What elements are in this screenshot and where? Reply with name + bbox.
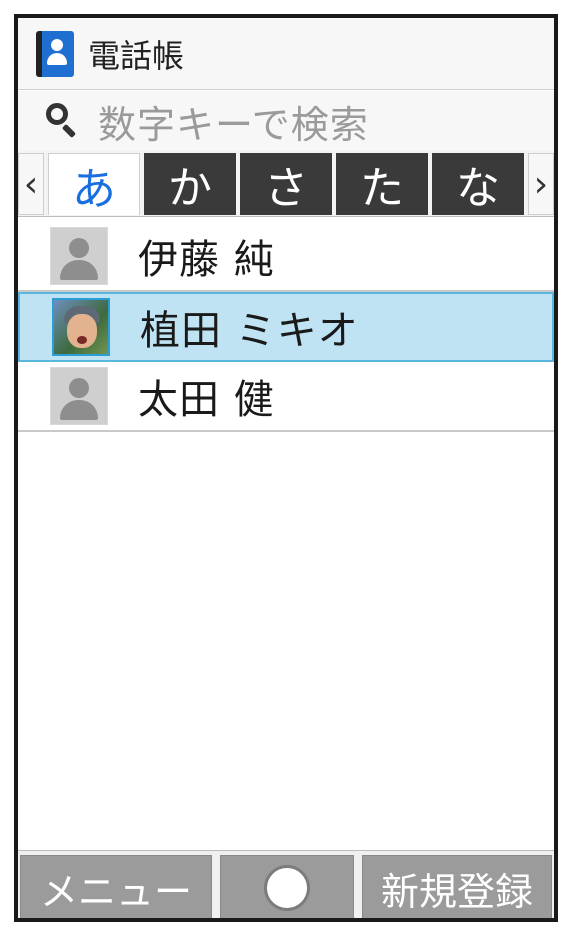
title-bar: 電話帳 bbox=[18, 18, 554, 90]
phone-screen: 電話帳 数字キーで検索 ‹ あ か さ た な › 伊藤 純 植田 ミキオ 太田… bbox=[14, 14, 558, 922]
contact-name: 植田 ミキオ bbox=[140, 308, 359, 354]
app-title: 電話帳 bbox=[88, 36, 185, 75]
softkey-bar: メニュー 新規登録 bbox=[18, 850, 554, 918]
search-field[interactable]: 数字キーで検索 bbox=[18, 91, 554, 151]
new-contact-softkey[interactable]: 新規登録 bbox=[362, 855, 552, 918]
tab-ka[interactable]: か bbox=[144, 153, 236, 215]
default-avatar-icon bbox=[50, 367, 108, 425]
search-placeholder: 数字キーで検索 bbox=[98, 102, 369, 147]
prev-index-arrow[interactable]: ‹ bbox=[18, 153, 44, 215]
next-index-arrow[interactable]: › bbox=[528, 153, 554, 215]
contact-row[interactable]: 太田 健 bbox=[18, 362, 554, 432]
contact-row[interactable]: 伊藤 純 bbox=[18, 222, 554, 292]
center-softkey[interactable] bbox=[220, 855, 354, 918]
default-avatar-icon bbox=[50, 227, 108, 285]
tab-a[interactable]: あ bbox=[48, 153, 140, 215]
photo-avatar bbox=[52, 298, 110, 356]
contact-name: 太田 健 bbox=[138, 377, 275, 423]
circle-icon bbox=[264, 865, 310, 911]
tab-ta[interactable]: た bbox=[336, 153, 428, 215]
tab-na[interactable]: な bbox=[432, 153, 524, 215]
contact-row-selected[interactable]: 植田 ミキオ bbox=[18, 292, 554, 362]
search-icon bbox=[44, 101, 84, 141]
menu-softkey[interactable]: メニュー bbox=[20, 855, 212, 918]
index-tab-bar: ‹ あ か さ た な › bbox=[18, 151, 554, 217]
contact-list: 伊藤 純 植田 ミキオ 太田 健 bbox=[18, 222, 554, 432]
tab-sa[interactable]: さ bbox=[240, 153, 332, 215]
contact-name: 伊藤 純 bbox=[138, 237, 275, 283]
phonebook-icon bbox=[36, 30, 74, 77]
